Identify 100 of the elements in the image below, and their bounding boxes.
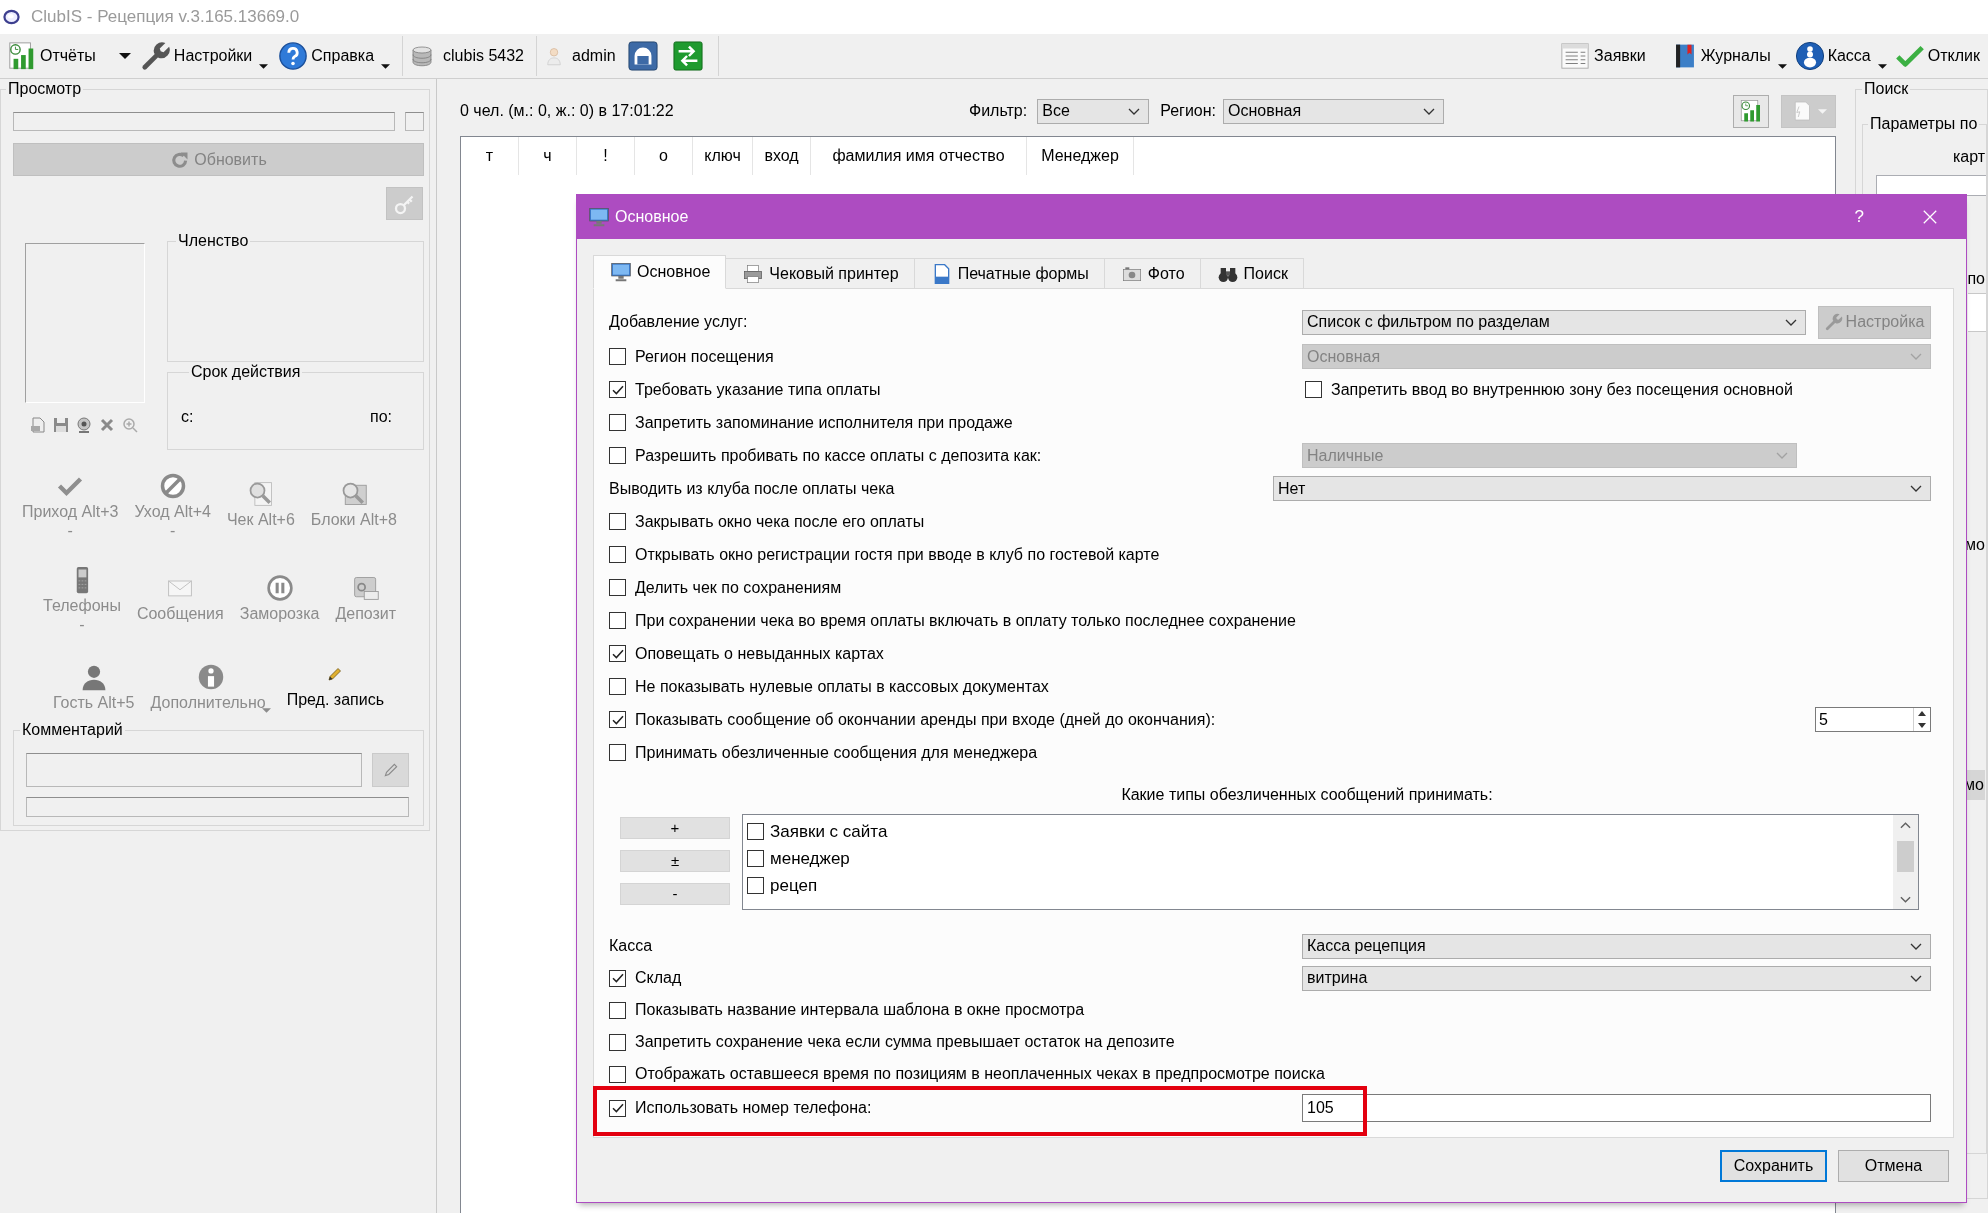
action-button[interactable]: Пред. запись [286,666,384,710]
tab[interactable]: Печатные формы [914,258,1105,289]
checkbox[interactable] [609,1033,626,1051]
column-header[interactable]: ! [577,137,635,175]
list-button[interactable]: - [620,883,730,905]
column-header[interactable]: ключ [693,137,753,175]
checkbox[interactable] [609,711,626,728]
checkbox[interactable] [609,579,626,596]
pencil-icon [381,761,400,779]
list-button[interactable]: ± [620,850,730,872]
column-header[interactable]: т [461,137,519,175]
checkbox[interactable] [609,546,626,563]
lock-icon[interactable] [627,41,658,71]
list-item-label: менеджер [770,848,850,869]
x-icon[interactable] [99,417,115,433]
checkbox[interactable] [747,823,764,840]
exchange-arrows-icon[interactable] [672,41,703,71]
ring-logo-icon [3,9,20,25]
checkbox[interactable] [609,1099,626,1117]
close-icon[interactable] [1923,210,1937,224]
tab[interactable]: Чековый принтер [726,258,915,289]
dropdown[interactable]: Нет [1273,476,1931,501]
checkbox[interactable] [609,414,626,431]
column-header[interactable]: о [635,137,693,175]
checkbox[interactable] [747,850,764,867]
region-dropdown[interactable]: Основная [1223,98,1445,124]
webcam-icon[interactable] [76,417,92,433]
toolbar-button[interactable]: Журналы [1669,36,1789,76]
visitor-summary: 0 чел. (м.: 0, ж.: 0) в 17:01:22 [460,102,674,119]
checkbox[interactable] [609,381,626,398]
bar-chart-icon [1739,99,1763,123]
checkbox[interactable] [609,1065,626,1083]
chevron-down-icon [1910,974,1922,982]
column-header[interactable]: ч [519,137,577,175]
field-label: карт [1952,147,1985,167]
checkbox[interactable] [609,1001,626,1019]
column-header[interactable]: фамилия имя отчество [811,137,1027,175]
checkbox[interactable] [609,513,626,530]
toolbar-button[interactable]: Касса [1792,36,1889,76]
region-label: Регион: [1160,102,1217,120]
scrollbar[interactable] [1893,815,1918,909]
chevron-down-icon[interactable] [1900,896,1911,903]
spin-up-icon[interactable] [1918,711,1926,717]
checkbox[interactable] [609,612,626,629]
cancel-button[interactable]: Отмена [1838,1150,1949,1182]
toolbar-button[interactable]: clubis 5432 [408,36,526,76]
text-field[interactable] [1876,175,1986,196]
wrench-icon [1824,313,1843,331]
toolbar-button[interactable]: Отклик [1892,36,1982,76]
toolbar-button[interactable]: Заявки [1557,36,1648,76]
spin-down-icon[interactable] [1918,722,1926,728]
section-heading: Какие типы обезличенных сообщений принимать: [1121,786,1493,803]
dropdown[interactable]: витрина [1302,965,1931,991]
text-field[interactable] [13,112,395,131]
group-title: Комментарий [21,720,124,740]
chevron-down-icon [1910,353,1922,360]
group-title: Параметры по [1869,114,1979,134]
checkbox[interactable] [609,678,626,695]
tab[interactable]: Фото [1104,258,1201,289]
list-button[interactable]: + [620,817,730,839]
column-header[interactable]: Менеджер [1027,137,1134,175]
comment-field[interactable] [26,753,362,787]
dropdown[interactable]: Список с фильтром по разделам [1302,309,1806,335]
database-icon [410,44,435,68]
chevron-up-icon[interactable] [1900,822,1911,829]
setting-label: Запретить запоминание исполнителя при продаже [635,413,1013,432]
setting-label: Запретить ввод во внутреннюю зону без посещения основной [1331,380,1793,399]
setting-label: Не показывать нулевые оплаты в кассовых документах [635,677,1049,696]
checkbox[interactable] [609,744,626,761]
tab[interactable]: Поиск [1200,258,1304,289]
setting-label: Регион посещения [635,347,774,366]
setting-label: Касса [609,937,653,955]
toolbar-button[interactable]: Настройки [138,36,271,76]
help-icon [278,41,309,71]
report-button[interactable] [1733,94,1769,128]
chevron-down-icon [1423,107,1436,115]
setting-label: Показывать сообщение об окончании аренды при входе (дней до окончания): [635,710,1216,729]
toolbar-button[interactable]: Отчёты [5,36,133,76]
number-field[interactable]: 5 [1815,707,1931,732]
filter-dropdown[interactable]: Все [1037,98,1150,124]
text-field[interactable]: 105 [1302,1094,1931,1122]
checkbox[interactable] [747,877,764,894]
dropdown[interactable]: Касса рецепция [1302,933,1931,959]
text-field[interactable] [26,797,409,817]
group-title: Поиск [1863,79,1910,99]
checkbox[interactable] [609,645,626,662]
checkbox[interactable] [609,969,626,987]
text-field[interactable] [1968,293,1986,332]
small-field[interactable] [405,112,424,131]
toolbar-button[interactable]: Справка [276,36,393,76]
tab[interactable]: Основное [593,255,727,289]
chevron-down-icon [1776,452,1788,459]
column-header[interactable]: вход [753,137,811,175]
checkbox[interactable] [1305,381,1322,398]
help-button[interactable]: ? [1854,207,1864,227]
scrollbar-thumb[interactable] [1897,841,1914,872]
safe-icon [351,574,380,602]
toolbar-button[interactable]: admin [542,36,618,76]
setting-label: Добавление услуг: [609,313,748,331]
save-button[interactable]: Сохранить [1720,1150,1827,1182]
